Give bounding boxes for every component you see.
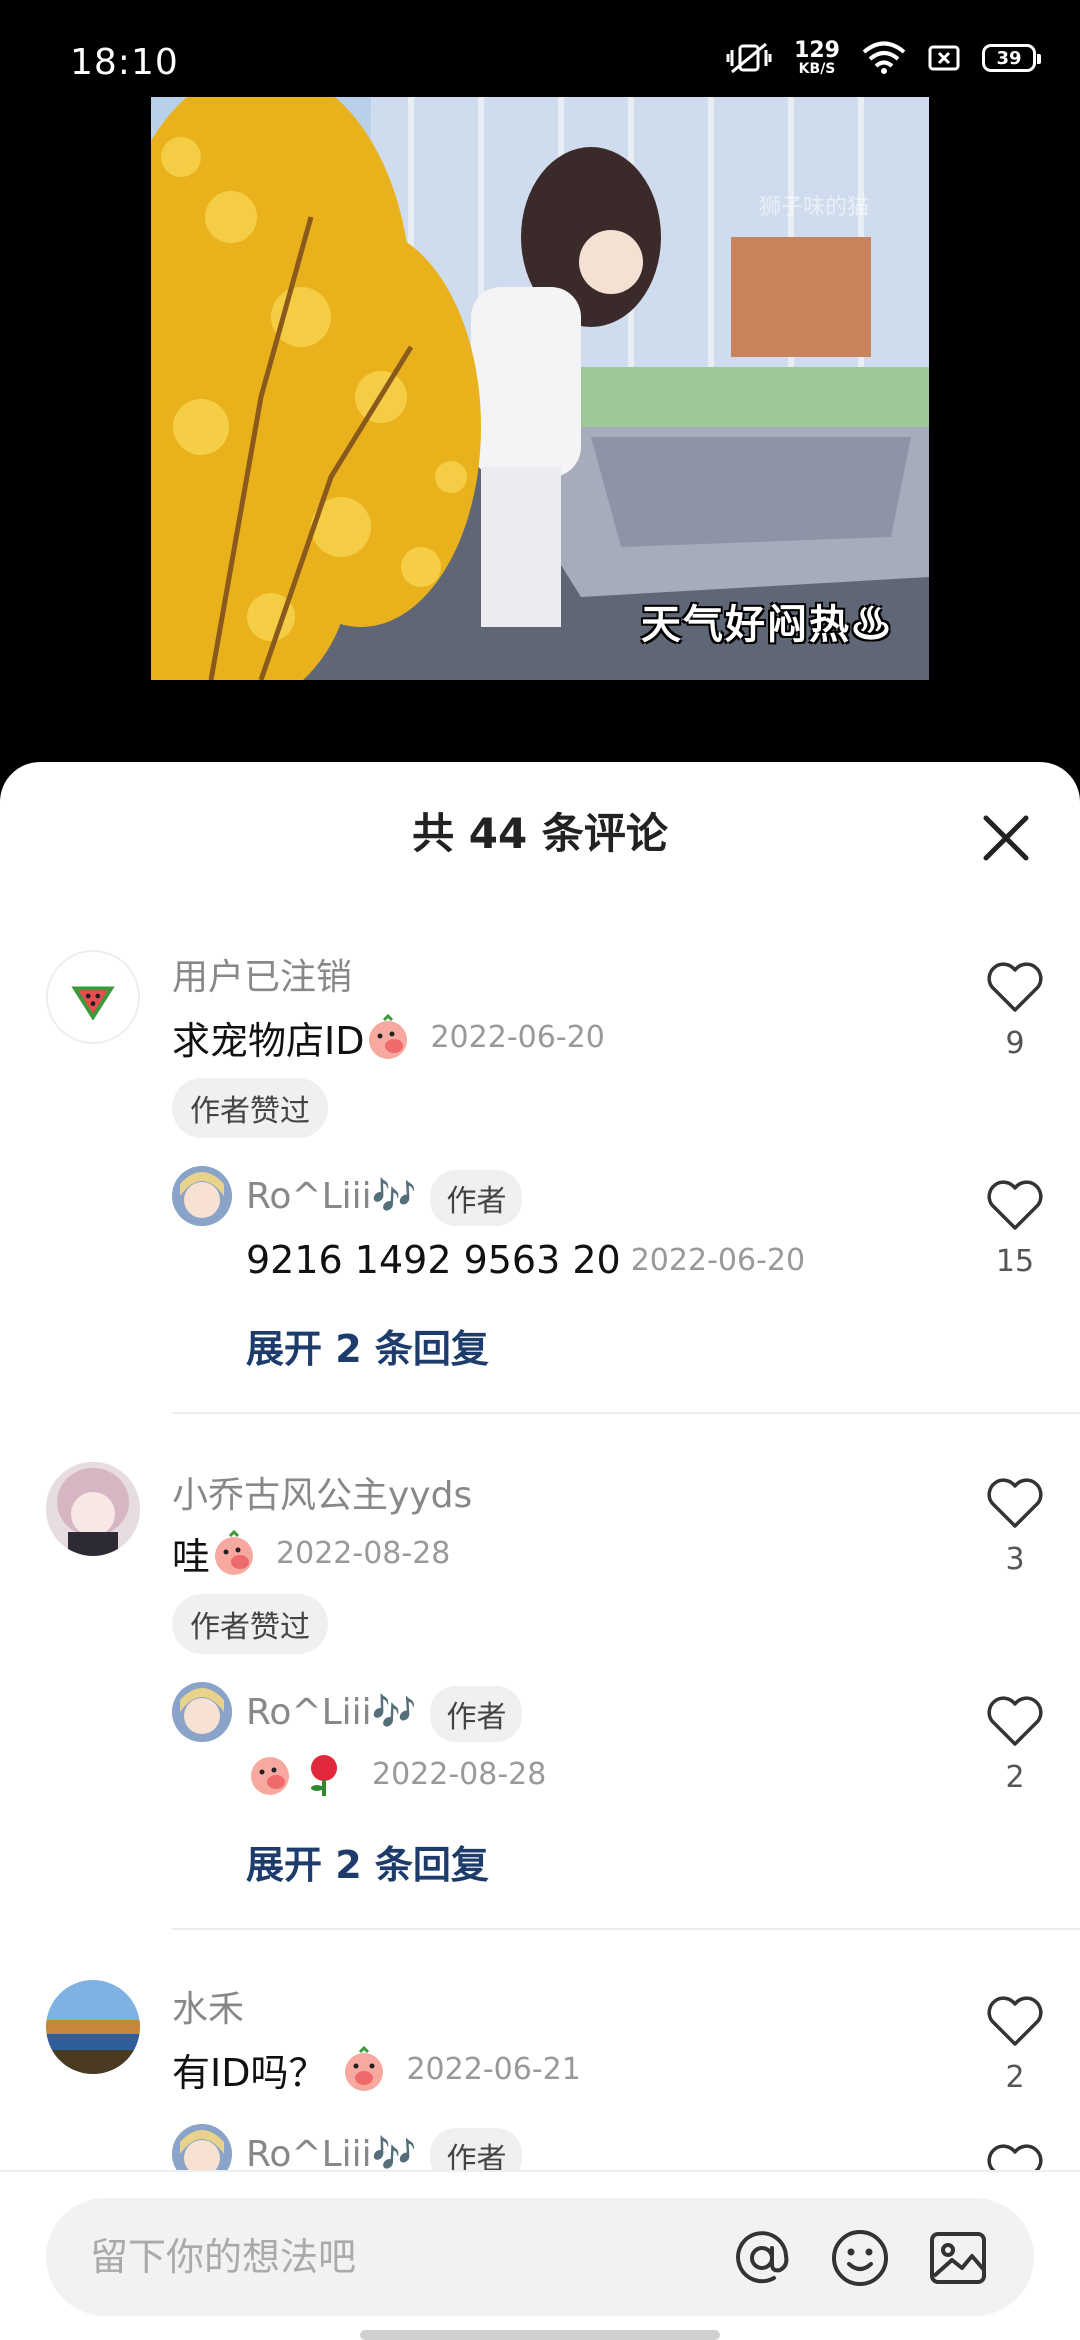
heart-icon bbox=[987, 1478, 1043, 1528]
status-bar: 18:10 129 KB/S 39 bbox=[0, 0, 1080, 96]
expand-replies-link[interactable]: 展开 2 条回复 bbox=[246, 1318, 489, 1373]
comment-input-container bbox=[46, 2198, 1034, 2316]
comment-date: 2022-08-28 bbox=[276, 1536, 451, 1571]
net-speed-unit: KB/S bbox=[798, 61, 836, 77]
like-count: 2 bbox=[1005, 1760, 1025, 1795]
avatar[interactable] bbox=[46, 1462, 140, 1556]
reply-text: 9216 1492 9563 20 2022-06-20 bbox=[246, 1238, 805, 1282]
expand-replies-link[interactable]: 展开 2 条回复 bbox=[246, 1834, 489, 1889]
like-button[interactable]: 3 bbox=[980, 1476, 1050, 1577]
comment-text-body: 有ID吗？ bbox=[172, 2051, 327, 2095]
pig-emoji-icon bbox=[345, 2045, 384, 2091]
rose-emoji-icon bbox=[311, 1755, 337, 1796]
watermelon-icon bbox=[71, 986, 115, 1021]
battery-icon: 39 bbox=[982, 44, 1041, 72]
author-liked-badge: 作者赞过 bbox=[172, 1078, 328, 1138]
reply-text-body: 9216 1492 9563 20 bbox=[246, 1238, 621, 1282]
sim-off-icon bbox=[928, 45, 960, 71]
landscape-avatar-icon bbox=[46, 1980, 140, 2074]
like-count: 3 bbox=[1005, 1542, 1025, 1577]
video-player[interactable]: 狮子味的猫 天气好闷热♨ bbox=[151, 97, 929, 680]
wifi-icon bbox=[862, 41, 906, 74]
video-watermark: 狮子味的猫 bbox=[758, 195, 869, 220]
reply-author-name: Ro^Liii🎶 bbox=[246, 1176, 417, 1217]
video-caption: 天气好闷热♨ bbox=[641, 601, 893, 648]
anime-avatar-icon bbox=[172, 1166, 232, 1226]
author-liked-badge: 作者赞过 bbox=[172, 1594, 328, 1654]
like-button[interactable]: 2 bbox=[980, 1994, 1050, 2095]
net-speed-value: 129 bbox=[794, 38, 840, 63]
author-badge: 作者 bbox=[430, 1170, 523, 1226]
avatar[interactable] bbox=[46, 950, 140, 1044]
heart-icon bbox=[987, 1696, 1043, 1746]
reply-author-name: Ro^Liii🎶 bbox=[246, 1692, 417, 1733]
like-button[interactable]: 9 bbox=[980, 960, 1050, 1061]
pig-emoji-icon bbox=[251, 1757, 289, 1795]
avatar[interactable] bbox=[46, 1980, 140, 2074]
comment-date: 2022-06-21 bbox=[406, 2052, 581, 2087]
like-count: 9 bbox=[1005, 1026, 1025, 1061]
comment-author[interactable]: 水禾 bbox=[172, 1980, 244, 2032]
home-indicator bbox=[360, 2330, 720, 2340]
comment-text: 求宠物店ID 2022-06-20 bbox=[172, 1010, 605, 1065]
reply-author[interactable]: Ro^Liii🎶 作者 bbox=[246, 1170, 523, 1226]
comment-text-body: 求宠物店ID bbox=[172, 1019, 365, 1063]
comment-sheet: 共 44 条评论 用户已注销 求宠物店ID 2022-06-20 作者赞过 9 bbox=[0, 762, 1080, 2340]
comment-text: 有ID吗？ 2022-06-21 bbox=[172, 2042, 581, 2097]
comment-date: 2022-06-20 bbox=[430, 1020, 605, 1055]
author-badge: 作者 bbox=[430, 1686, 523, 1742]
mention-icon[interactable] bbox=[730, 2226, 794, 2290]
comment-text-body: 哇 bbox=[172, 1535, 211, 1579]
anime-avatar-icon bbox=[172, 1682, 232, 1742]
comment-author[interactable]: 用户已注销 bbox=[172, 948, 352, 1000]
divider bbox=[172, 1928, 1080, 1930]
reply-avatar[interactable] bbox=[172, 1682, 232, 1742]
divider bbox=[172, 1412, 1080, 1414]
image-icon[interactable] bbox=[926, 2226, 990, 2290]
comment-author[interactable]: 小乔古风公主yyds bbox=[172, 1466, 472, 1518]
emoji-icon[interactable] bbox=[828, 2226, 892, 2290]
reply-like-button[interactable]: 2 bbox=[980, 1694, 1050, 1795]
like-count: 2 bbox=[1005, 2060, 1025, 2095]
close-icon[interactable] bbox=[972, 804, 1040, 872]
comment-count-title: 共 44 条评论 bbox=[412, 809, 668, 858]
comment-input-bar bbox=[0, 2170, 1080, 2340]
net-speed: 129 KB/S bbox=[794, 38, 840, 77]
heart-icon bbox=[987, 962, 1043, 1012]
vibrate-off-icon bbox=[726, 42, 772, 74]
reply-author-name: Ro^Liii🎶 bbox=[246, 2134, 417, 2175]
reply-date: 2022-08-28 bbox=[372, 1756, 547, 1792]
pig-emoji-icon bbox=[215, 1529, 254, 1575]
reply-like-button[interactable]: 15 bbox=[980, 1178, 1050, 1279]
like-count: 15 bbox=[995, 1244, 1035, 1279]
heart-icon bbox=[987, 1996, 1043, 2046]
reply-author[interactable]: Ro^Liii🎶 作者 bbox=[246, 1686, 523, 1742]
comment-input[interactable] bbox=[90, 2228, 690, 2286]
heart-icon bbox=[987, 1180, 1043, 1230]
reply-date: 2022-06-20 bbox=[630, 1242, 806, 1278]
status-icons: 129 KB/S 39 bbox=[726, 38, 1041, 77]
reply-text: 2022-08-28 bbox=[246, 1750, 546, 1798]
anime-girl-avatar-icon bbox=[46, 1462, 140, 1556]
pig-emoji-icon bbox=[369, 1013, 408, 1059]
status-time: 18:10 bbox=[70, 42, 179, 83]
comment-text: 哇 2022-08-28 bbox=[172, 1526, 450, 1581]
reply-avatar[interactable] bbox=[172, 1166, 232, 1226]
